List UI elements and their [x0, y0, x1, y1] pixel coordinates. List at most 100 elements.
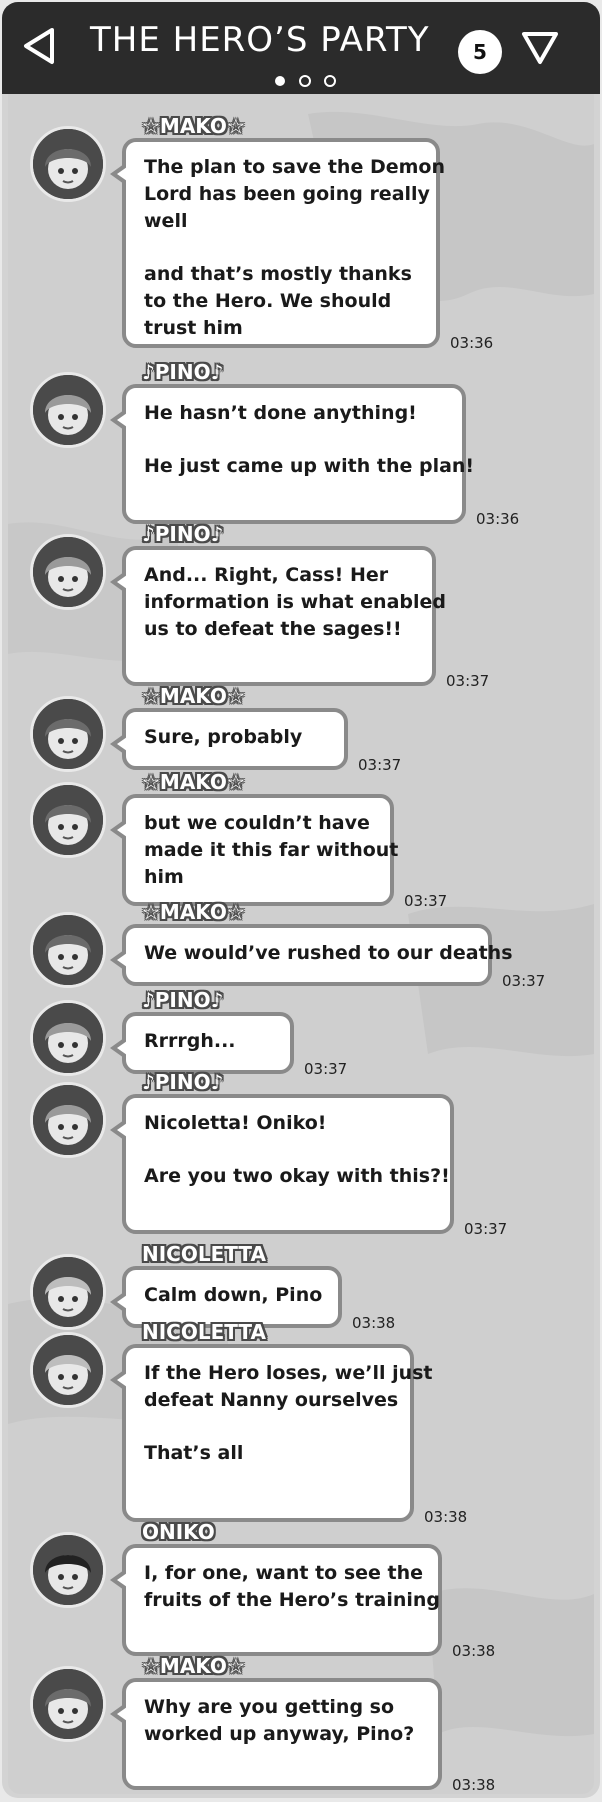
sender-name: ☆MAKO☆ [142, 1654, 245, 1678]
nicoletta-avatar[interactable] [30, 1332, 106, 1408]
bubble-tail-inner [117, 1295, 127, 1309]
message-text-line: He just came up with the plan! [144, 455, 475, 477]
bubble-tail-inner [117, 1041, 127, 1055]
member-count-badge[interactable]: 5 [458, 30, 502, 74]
message-timestamp: 03:37 [502, 972, 546, 990]
bubble-tail-inner [117, 737, 127, 751]
message-timestamp: 03:38 [452, 1776, 496, 1794]
pino-avatar[interactable] [30, 534, 106, 610]
message-bubble[interactable]: Why are you getting so worked up anyway, … [110, 1678, 442, 1790]
page-indicator [275, 75, 336, 87]
pino-avatar[interactable] [30, 1082, 106, 1158]
sender-name: ☆MAKO☆ [142, 684, 245, 708]
bubble-tail-inner [117, 413, 127, 427]
message-text-line: trust him [144, 317, 243, 339]
message-text-line: him [144, 866, 184, 888]
bubble-tail-inner [117, 1123, 127, 1137]
message-timestamp: 03:37 [446, 672, 490, 690]
sender-name: NICOLETTA [142, 1242, 266, 1266]
bubble-tail-inner [117, 953, 127, 967]
message-timestamp: 03:38 [424, 1508, 468, 1526]
message-timestamp: 03:37 [358, 756, 402, 774]
message-bubble[interactable]: And... Right, Cass! Her information is wh… [110, 546, 447, 686]
mako-avatar[interactable] [30, 1666, 106, 1742]
message-text-line: defeat Nanny ourselves [144, 1389, 399, 1411]
oniko-avatar[interactable] [30, 1532, 106, 1608]
sender-name: ☆MAKO☆ [142, 114, 245, 138]
message-text-line: Why are you getting so [144, 1696, 395, 1718]
back-arrow-icon[interactable] [20, 26, 60, 66]
page-dot [299, 75, 311, 87]
message-text-line: made it this far without [144, 839, 399, 861]
message-text-line: fruits of the Hero’s training [144, 1589, 441, 1611]
bubble-tail-inner [117, 1707, 127, 1721]
message-timestamp: 03:38 [452, 1642, 496, 1660]
mako-avatar[interactable] [30, 696, 106, 772]
message-bubble[interactable]: I, for one, want to see the fruits of the… [110, 1544, 442, 1656]
message-bubble[interactable]: We would’ve rushed to our deaths [110, 924, 513, 986]
message-text-line: If the Hero loses, we’ll just [144, 1362, 433, 1384]
message-text-line: Calm down, Pino [144, 1284, 323, 1306]
dropdown-triangle-icon[interactable] [520, 30, 560, 66]
message-text-line: well [144, 210, 188, 232]
message-timestamp: 03:37 [304, 1060, 348, 1078]
message-bubble[interactable]: Rrrrgh... [110, 1012, 294, 1074]
message-timestamp: 03:37 [404, 892, 448, 910]
sender-name: ♪PINO♪ [142, 988, 224, 1012]
sender-name: ☆MAKO☆ [142, 900, 245, 924]
message-text-line: worked up anyway, Pino? [144, 1723, 415, 1745]
pino-avatar[interactable] [30, 372, 106, 448]
message-text-line: Are you two okay with this?! [144, 1165, 450, 1187]
message-bubble[interactable]: The plan to save the Demon Lord has been … [110, 138, 445, 348]
message-text-line: Rrrrgh... [144, 1030, 236, 1052]
message-text-line: I, for one, want to see the [144, 1562, 424, 1584]
message-text-line: but we couldn’t have [144, 812, 370, 834]
sender-name: ☆MAKO☆ [142, 770, 245, 794]
bubble-tail-inner [117, 823, 127, 837]
bubble-tail-inner [117, 1573, 127, 1587]
chat-title: THE HERO’S PARTY [90, 20, 430, 60]
mako-avatar[interactable] [30, 782, 106, 858]
message-bubble[interactable]: He hasn’t done anything! He just came up … [110, 384, 475, 524]
chat-screen: THE HERO’S PARTY 5 ☆MAKO☆ The plan to sav… [2, 2, 600, 1798]
mako-avatar[interactable] [30, 912, 106, 988]
message-text-line: Lord has been going really [144, 183, 430, 205]
message-text-line: us to defeat the sages!! [144, 618, 402, 640]
sender-name: NICOLETTA [142, 1320, 266, 1344]
message-text-line: and that’s mostly thanks [144, 263, 412, 285]
message-timestamp: 03:36 [476, 510, 520, 528]
message-text-line: And... Right, Cass! Her [144, 564, 389, 586]
sender-name: ♪PINO♪ [142, 1070, 224, 1094]
message-timestamp: 03:38 [352, 1314, 396, 1332]
message-text-line: That’s all [144, 1442, 244, 1464]
message-bubble[interactable]: Calm down, Pino [110, 1266, 342, 1328]
message-text-line: The plan to save the Demon [144, 156, 445, 178]
message-bubble[interactable]: Nicoletta! Oniko! Are you two okay with t… [110, 1094, 454, 1234]
message-bubble[interactable]: Sure, probably [110, 708, 348, 770]
sender-name: ♪PINO♪ [142, 522, 224, 546]
pino-avatar[interactable] [30, 1000, 106, 1076]
message-text-line: We would’ve rushed to our deaths [144, 942, 513, 964]
sender-name: ONIKO [142, 1520, 215, 1544]
message-text-line: He hasn’t done anything! [144, 402, 417, 424]
bubble-tail-inner [117, 1373, 127, 1387]
message-bubble[interactable]: If the Hero loses, we’ll just defeat Nann… [110, 1344, 433, 1522]
bubble-tail-inner [117, 167, 127, 181]
message-text-line: Nicoletta! Oniko! [144, 1112, 327, 1134]
message-text-line: to the Hero. We should [144, 290, 392, 312]
page-dot [275, 76, 285, 86]
chat-header: THE HERO’S PARTY 5 [2, 2, 600, 94]
page-dot [324, 75, 336, 87]
message-bubble[interactable]: but we couldn’t have made it this far wit… [110, 794, 399, 906]
message-timestamp: 03:37 [464, 1220, 508, 1238]
message-timestamp: 03:36 [450, 334, 494, 352]
bubble-tail-inner [117, 575, 127, 589]
message-text-line: information is what enabled [144, 591, 447, 613]
nicoletta-avatar[interactable] [30, 1254, 106, 1330]
message-text-line: Sure, probably [144, 726, 303, 748]
mako-avatar[interactable] [30, 126, 106, 202]
